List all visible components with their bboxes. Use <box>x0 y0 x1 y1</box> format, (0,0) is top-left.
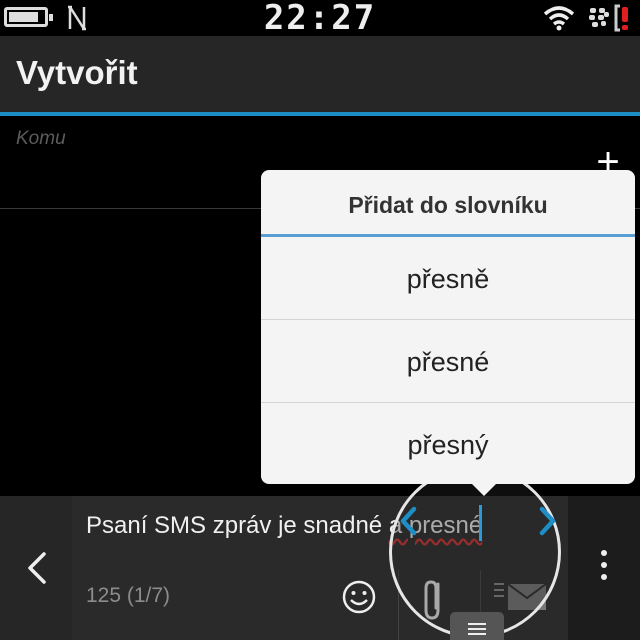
notification-alert-icon[interactable] <box>612 3 636 33</box>
recipient-input[interactable] <box>16 124 576 154</box>
blackberry-icon <box>589 8 609 27</box>
message-text: Psaní SMS zpráv je snadné <box>86 512 389 539</box>
add-to-dictionary-button[interactable]: Přidat do slovníku <box>261 170 635 234</box>
spelling-suggestions-popup: Přidat do slovníku přesně přesné přesný <box>261 170 635 496</box>
popup-pointer <box>471 483 497 496</box>
chevron-right-icon[interactable] <box>534 504 560 538</box>
back-button[interactable] <box>0 496 72 640</box>
wifi-icon <box>543 6 575 31</box>
status-bar: 22:27 <box>0 0 640 38</box>
character-counter: 125 (1/7) <box>86 584 171 607</box>
emoticon-icon[interactable] <box>340 578 378 616</box>
title-accent-line <box>0 112 640 116</box>
text-cursor <box>479 505 482 541</box>
title-bar: Vytvořit <box>0 36 640 112</box>
suggestion-item[interactable]: přesný <box>261 403 635 485</box>
overflow-menu-button[interactable] <box>568 496 640 640</box>
suggestion-item[interactable]: přesně <box>261 237 635 320</box>
chevron-left-icon <box>28 552 46 584</box>
suggestion-item[interactable]: přesné <box>261 320 635 403</box>
page-title: Vytvořit <box>16 54 138 91</box>
chevron-left-icon[interactable] <box>396 504 422 538</box>
action-bar-tab[interactable] <box>450 612 504 640</box>
screen: 22:27 Vytvořit + <box>0 0 640 640</box>
